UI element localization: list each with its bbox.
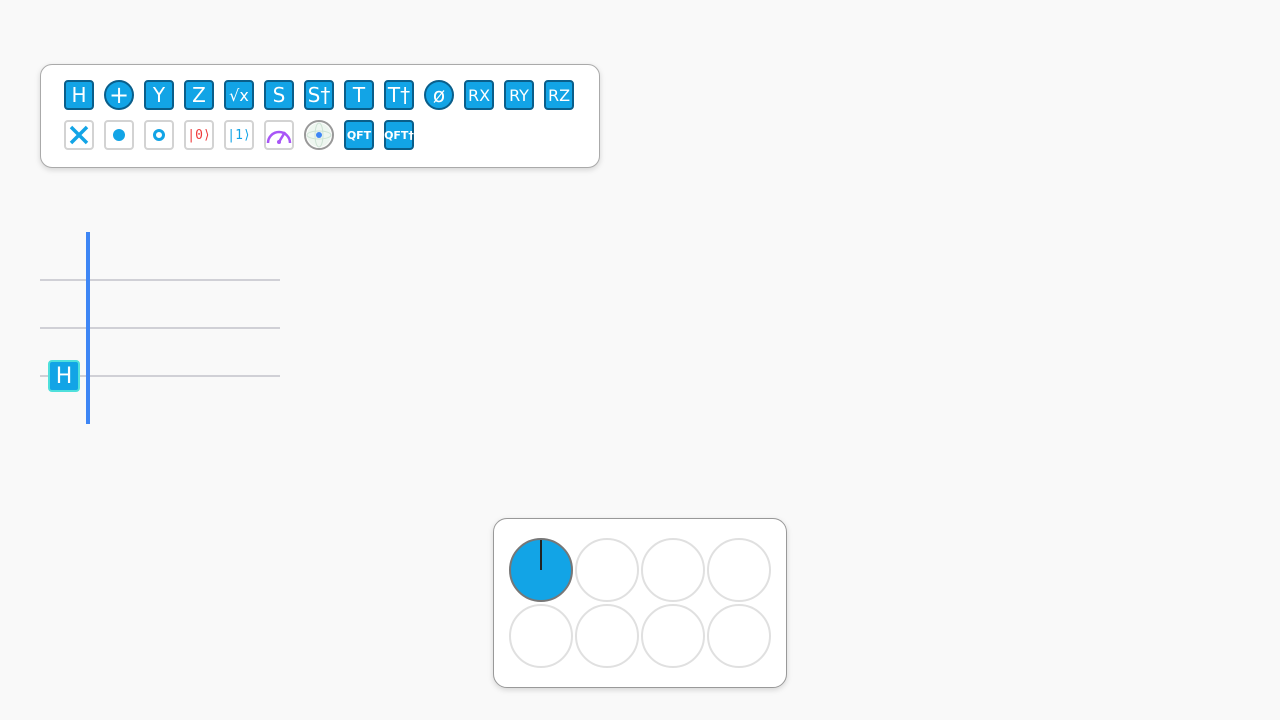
gate-s-dagger[interactable]: S† — [304, 80, 334, 110]
amplitude-circle — [575, 538, 639, 602]
gate-qft[interactable]: QFT — [344, 120, 374, 150]
amplitude-circle — [707, 604, 771, 668]
gate-rx[interactable]: RX — [464, 80, 494, 110]
gate-pauli-y[interactable]: Y — [144, 80, 174, 110]
gate-s[interactable]: S — [264, 80, 294, 110]
control-dot-icon — [113, 129, 125, 141]
gate-pauli-z[interactable]: Z — [184, 80, 214, 110]
bloch-sphere-icon — [306, 122, 332, 148]
gate-swap[interactable] — [64, 120, 94, 150]
qubit-wire-1[interactable] — [40, 327, 280, 329]
gate-t[interactable]: T — [344, 80, 374, 110]
amplitude-display — [493, 518, 787, 688]
gate-init-zero[interactable]: |0⟩ — [184, 120, 214, 150]
gate-phase[interactable]: ø — [424, 80, 454, 110]
amplitude-circle — [575, 604, 639, 668]
gate-bloch[interactable] — [304, 120, 334, 150]
amplitude-circle — [641, 604, 705, 668]
gate-init-one[interactable]: |1⟩ — [224, 120, 254, 150]
gate-ry[interactable]: RY — [504, 80, 534, 110]
gate-hadamard[interactable]: H — [64, 80, 94, 110]
step-cursor[interactable] — [86, 232, 90, 424]
gate-measure[interactable] — [264, 120, 294, 150]
gate-t-dagger[interactable]: T† — [384, 80, 414, 110]
gate-qft-dagger[interactable]: QFT† — [384, 120, 414, 150]
gauge-icon — [266, 130, 292, 144]
amplitude-circle — [509, 538, 573, 602]
gate-anti-control[interactable] — [144, 120, 174, 150]
amplitude-circle — [509, 604, 573, 668]
gate-cnot[interactable]: + — [104, 80, 134, 110]
amplitude-circle — [641, 538, 705, 602]
phase-needle — [540, 540, 542, 570]
amplitude-circle — [707, 538, 771, 602]
gate-toolbar: H + Y Z √x S S† T T† ø RX RY RZ |0⟩ |1⟩ … — [40, 64, 600, 168]
swap-icon — [69, 125, 89, 145]
qubit-wire-0[interactable] — [40, 279, 280, 281]
gate-rz[interactable]: RZ — [544, 80, 574, 110]
placed-hadamard-gate[interactable]: H — [48, 360, 80, 392]
gate-control[interactable] — [104, 120, 134, 150]
gate-sqrt-x[interactable]: √x — [224, 80, 254, 110]
anti-control-ring-icon — [153, 129, 165, 141]
